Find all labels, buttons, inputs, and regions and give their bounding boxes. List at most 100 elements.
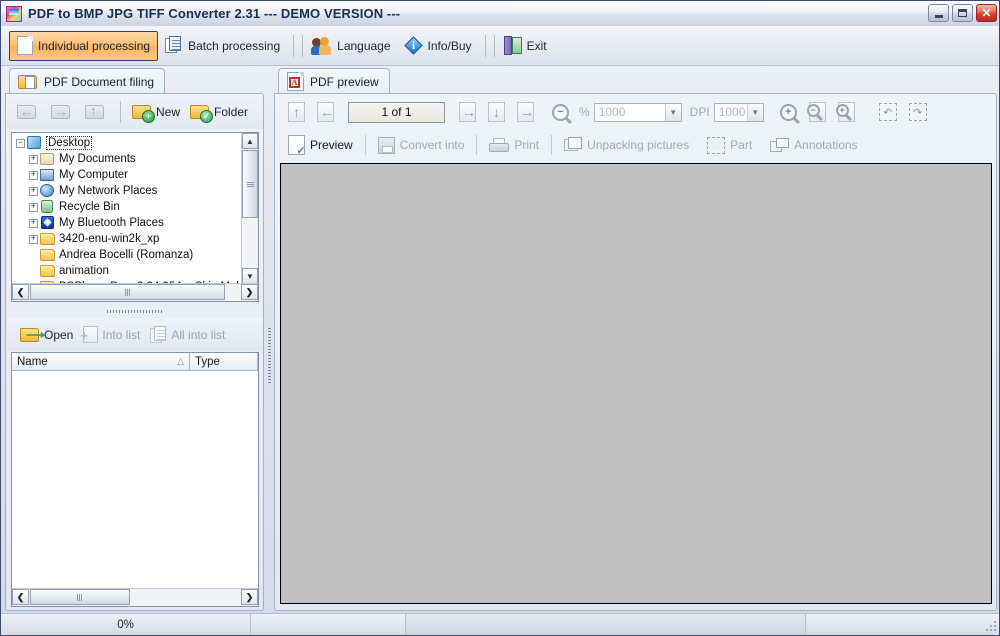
pdf-preview-canvas[interactable] [280,163,992,604]
column-header-type[interactable]: Type [190,353,258,370]
file-list-header: Name △ Type [12,353,258,371]
unpacking-pictures-button[interactable]: Unpacking pictures [558,132,695,158]
scrollbar-thumb[interactable] [242,150,258,218]
zoom-page-out-button[interactable]: − [803,99,832,125]
prev-page-button[interactable]: ← [311,99,340,125]
tree-node-desktop[interactable]: - Desktop [12,135,242,151]
minimize-button[interactable] [928,4,949,22]
file-list-body[interactable] [12,371,258,589]
into-list-button[interactable]: + Into list [78,322,145,348]
toolbar-item-individual-processing[interactable]: Individual processing [9,30,159,61]
scroll-down-icon[interactable]: ▼ [242,268,258,284]
status-progress-text: 0% [117,618,134,631]
all-into-list-button[interactable]: All into list [145,322,230,348]
folder-tree[interactable]: - Desktop + My Documents + My Computer +… [11,132,259,302]
tree-expander-icon[interactable]: + [29,170,38,180]
folder-back-button[interactable]: ← [12,99,46,125]
tree-node-my-bluetooth-places[interactable]: + ◈ My Bluetooth Places [12,215,242,231]
vertical-splitter[interactable] [265,326,273,613]
right-tab-strip: A PDF preview [274,68,997,94]
page-indicator[interactable]: 1 of 1 [348,101,445,123]
file-list-horizontal-scrollbar[interactable]: ❮ ❯ [12,588,258,606]
tab-pdf-document-filing[interactable]: PDF Document filing [9,68,166,94]
scroll-left-icon[interactable]: ❮ [12,589,29,605]
column-header-name[interactable]: Name △ [12,353,190,370]
scrollbar-thumb[interactable] [30,589,130,605]
horizontal-splitter[interactable] [11,306,259,316]
chevron-down-icon[interactable]: ▼ [664,103,681,121]
tree-node-folder[interactable]: Andrea Bocelli (Romanza) [12,247,242,263]
first-page-button[interactable]: ↑ [282,99,311,125]
rotate-right-button[interactable]: ↷ [903,99,933,125]
tree-expander-icon[interactable]: - [16,138,25,148]
tree-expander-icon[interactable]: + [29,202,38,212]
rotate-left-button[interactable]: ↶ [873,99,903,125]
rotate-right-icon: ↷ [908,103,927,121]
print-button[interactable]: Print [483,132,545,158]
tree-node-label: My Network Places [59,185,158,197]
into-list-label: Into list [102,327,141,342]
scroll-right-icon[interactable]: ❯ [241,284,258,300]
zoom-in-button[interactable]: + [774,99,803,125]
chevron-down-icon[interactable]: ▼ [746,103,763,121]
scroll-up-icon[interactable]: ▲ [242,133,258,149]
next-page-button[interactable]: → [453,99,482,125]
dpi-combo[interactable]: 1000 ▼ [713,102,764,122]
tree-horizontal-scrollbar[interactable]: ❮ ❯ [12,283,258,301]
open-button[interactable]: ⟶ Open [15,322,78,348]
tab-label: PDF preview [310,74,379,89]
toolbar-item-exit[interactable]: Exit [497,31,554,61]
tree-expander-icon[interactable]: + [29,154,38,164]
tree-expander-icon[interactable]: + [29,234,38,244]
tree-expander-icon[interactable]: + [29,218,38,228]
toolbar-item-batch-processing[interactable]: Batch processing [158,31,287,61]
annotations-label: Annotations [794,138,858,152]
page-last-icon: → [517,102,534,122]
zoom-out-button[interactable]: − [546,99,575,125]
tab-pdf-preview[interactable]: A PDF preview [278,68,390,94]
images-icon [564,137,583,153]
toolbar-label: Batch processing [188,38,281,53]
last-page-button[interactable]: → [511,99,540,125]
folder-toolbar-separator [120,101,121,123]
annotations-button[interactable]: Annotations [764,132,863,158]
zoom-out-icon: − [552,103,569,121]
bluetooth-icon: ◈ [40,216,56,230]
print-label: Print [514,138,540,152]
folder-forward-button[interactable]: → [46,99,80,125]
toolbar-item-info-buy[interactable]: i Info/Buy [398,31,479,61]
tree-node-folder[interactable]: animation [12,263,242,279]
tree-node-label: Desktop [46,136,93,150]
file-list[interactable]: Name △ Type ❮ ❯ [11,352,259,607]
left-tab-strip: PDF Document filing [5,68,264,94]
tree-node-my-computer[interactable]: + My Computer [12,167,242,183]
toolbar-item-language[interactable]: Language [305,31,397,61]
new-folder-button[interactable]: + New [127,99,185,125]
window-controls: ✕ [928,4,997,22]
part-button[interactable]: Part [701,132,758,158]
tree-node-my-documents[interactable]: + My Documents [12,151,242,167]
scrollbar-thumb[interactable] [30,284,225,300]
folder-up-button[interactable]: ↑ [80,99,114,125]
save-disk-icon [377,136,395,154]
close-button[interactable]: ✕ [976,4,997,22]
scroll-left-icon[interactable]: ❮ [12,284,29,300]
down-page-button[interactable]: ↓ [482,99,511,125]
scroll-right-icon[interactable]: ❯ [241,589,258,605]
close-icon: ✕ [981,6,992,20]
tree-node-label: My Documents [59,153,136,165]
info-diamond-icon: i [403,35,423,55]
zoom-page-in-button[interactable]: + [832,99,861,125]
tree-expander-icon[interactable]: + [29,186,38,196]
tree-node-my-network-places[interactable]: + My Network Places [12,183,242,199]
zoom-percent-combo[interactable]: 1000 ▼ [593,102,682,122]
resize-grip-icon[interactable] [986,621,998,633]
tree-vertical-scrollbar[interactable]: ▲ ▼ [241,133,258,284]
preview-action-toolbar: ✓ Preview Convert into Print Unpacking p… [276,130,996,160]
convert-into-button[interactable]: Convert into [372,132,471,158]
tree-node-folder[interactable]: + 3420-enu-win2k_xp [12,231,242,247]
select-folder-button[interactable]: ✓ Folder [185,99,253,125]
preview-button[interactable]: ✓ Preview [282,132,359,158]
maximize-button[interactable] [952,4,973,22]
tree-node-recycle-bin[interactable]: + Recycle Bin [12,199,242,215]
